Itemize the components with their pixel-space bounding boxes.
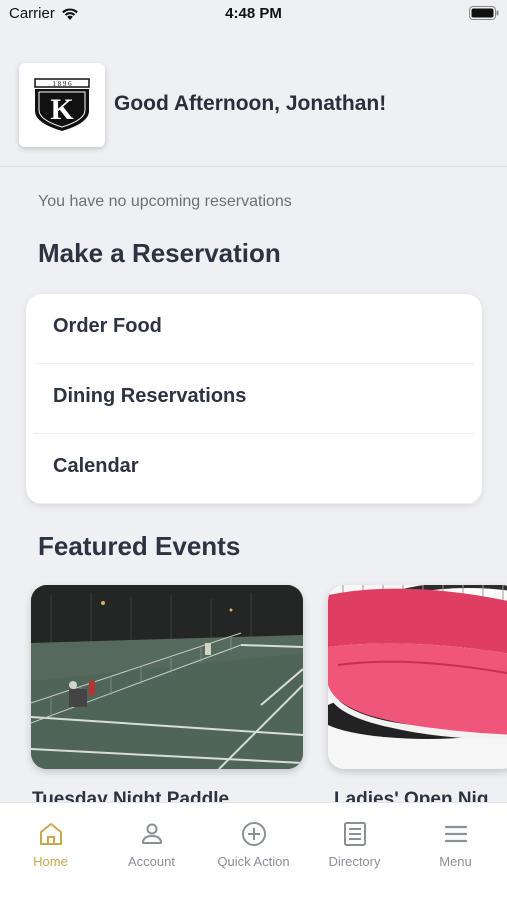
plus-circle-icon: [242, 822, 266, 846]
status-bar: Carrier 4:48 PM: [0, 0, 507, 30]
svg-text:1 8 9 6: 1 8 9 6: [52, 80, 72, 88]
tennis-court-image: [31, 585, 303, 769]
event-card-tennis[interactable]: [31, 585, 303, 769]
status-time: 4:48 PM: [225, 5, 282, 22]
tab-home[interactable]: Home: [0, 803, 101, 900]
tab-account[interactable]: Account: [101, 803, 202, 900]
club-crest-icon: 1 8 9 6 K: [34, 78, 90, 131]
calendar-item[interactable]: Calendar: [34, 434, 474, 504]
greeting: Good Afternoon, Jonathan!: [114, 92, 387, 115]
visor-racket-image: [328, 585, 507, 769]
tab-quick-action[interactable]: Quick Action: [203, 803, 304, 900]
tab-account-label: Account: [128, 854, 175, 869]
tab-quick-action-label: Quick Action: [217, 854, 290, 869]
home-icon: [40, 823, 62, 845]
event-card-ladies-open[interactable]: [328, 585, 507, 769]
reservation-card: Order Food Dining Reservations Calendar: [26, 294, 482, 504]
account-icon: [142, 823, 162, 844]
club-logo[interactable]: 1 8 9 6 K: [19, 63, 105, 147]
tab-bar: Home Account Quick Action Directory Menu: [0, 802, 507, 900]
tab-menu[interactable]: Menu: [405, 803, 506, 900]
dining-reservations-item[interactable]: Dining Reservations: [34, 364, 474, 434]
tab-menu-label: Menu: [439, 854, 472, 869]
directory-icon: [344, 822, 366, 846]
dining-reservations-label: Dining Reservations: [53, 385, 247, 407]
featured-events-title: Featured Events: [38, 531, 241, 561]
calendar-label: Calendar: [53, 455, 139, 477]
make-reservation-title: Make a Reservation: [38, 238, 281, 268]
order-food-item[interactable]: Order Food: [34, 294, 474, 364]
battery-icon: [469, 6, 499, 20]
no-reservations-text: You have no upcoming reservations: [38, 193, 292, 210]
tab-home-label: Home: [33, 854, 68, 869]
menu-icon: [444, 825, 468, 843]
order-food-label: Order Food: [53, 315, 162, 337]
home-header: 1 8 9 6 K Good Afternoon, Jonathan!: [0, 50, 507, 167]
tab-directory-label: Directory: [328, 854, 381, 869]
svg-text:K: K: [50, 93, 74, 126]
tab-directory[interactable]: Directory: [304, 803, 405, 900]
